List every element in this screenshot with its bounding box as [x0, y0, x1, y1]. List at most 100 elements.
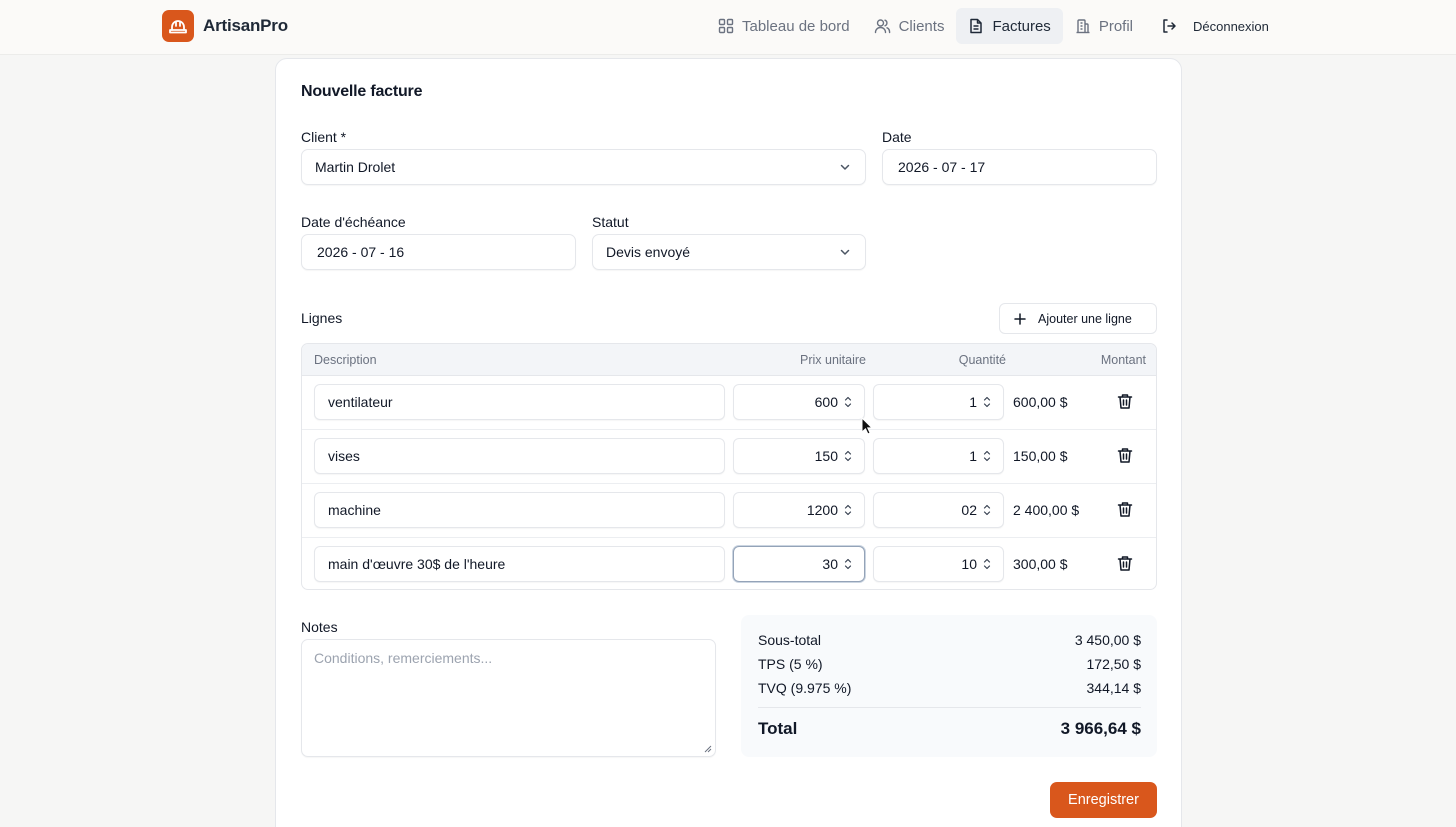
description-input[interactable]: vises: [314, 438, 725, 474]
client-value: Martin Drolet: [315, 159, 396, 175]
file-icon: [970, 18, 983, 34]
save-button[interactable]: Enregistrer: [1050, 782, 1157, 818]
logout-button[interactable]: Déconnexion: [1149, 8, 1281, 44]
logout-label: Déconnexion: [1193, 18, 1269, 34]
trash-icon[interactable]: [1117, 447, 1133, 464]
chevron-down-icon: [840, 164, 850, 170]
spinner-icon[interactable]: [983, 557, 991, 571]
nav-clients[interactable]: Clients: [862, 8, 957, 44]
tps-row: TPS (5 %) 172,50 $: [758, 656, 1141, 672]
description-input[interactable]: ventilateur: [314, 384, 725, 420]
brand[interactable]: ArtisanPro: [162, 10, 288, 42]
building-icon: [1076, 19, 1090, 34]
unit-price-value: 600: [814, 394, 838, 410]
plus-icon: [1014, 312, 1026, 325]
quantity-value: 10: [961, 556, 977, 572]
notes-textarea[interactable]: Conditions, remerciements...: [301, 639, 716, 757]
due-date-input[interactable]: 2026 - 07 - 16: [301, 234, 576, 270]
lines-label: Lignes: [301, 310, 343, 326]
notes-label: Notes: [301, 619, 338, 635]
date-value: 2026 - 07 - 17: [898, 159, 986, 175]
chevron-down-icon: [840, 249, 850, 255]
line-amount: 300,00 $: [1013, 556, 1068, 572]
resize-grip-icon[interactable]: [704, 745, 712, 753]
trash-icon[interactable]: [1117, 501, 1133, 518]
table-header: Description Prix unitaire Quantité Monta…: [302, 344, 1156, 376]
unit-price-input[interactable]: 150: [733, 438, 865, 474]
spinner-icon[interactable]: [844, 557, 852, 571]
totals-divider: [758, 707, 1141, 708]
subtotal-value: 3 450,00 $: [1074, 632, 1141, 648]
top-navbar: ArtisanPro Tableau de bord Clients Factu…: [0, 0, 1456, 55]
mouse-cursor-icon: [861, 417, 873, 435]
nav-dashboard-label: Tableau de bord: [742, 17, 850, 35]
status-value: Devis envoyé: [606, 244, 691, 260]
client-select[interactable]: Martin Drolet: [301, 149, 866, 185]
nav-invoices[interactable]: Factures: [956, 8, 1063, 44]
description-value: machine: [328, 502, 381, 518]
table-row: main d'œuvre 30$ de l'heure 30 10 300,00…: [302, 538, 1156, 589]
date-input[interactable]: 2026 - 07 - 17: [882, 149, 1157, 185]
nav-clients-label: Clients: [898, 17, 945, 35]
quantity-input[interactable]: 02: [873, 492, 1004, 528]
total-value: 3 966,64 $: [1060, 719, 1141, 738]
spinner-icon[interactable]: [983, 449, 991, 463]
spinner-icon[interactable]: [844, 503, 852, 517]
client-label: Client *: [301, 129, 347, 145]
nav-invoices-label: Factures: [992, 17, 1051, 35]
col-description: Description: [314, 353, 377, 367]
spinner-icon[interactable]: [983, 503, 991, 517]
quantity-value: 1: [969, 394, 977, 410]
due-date-value: 2026 - 07 - 16: [317, 244, 405, 260]
description-input[interactable]: main d'œuvre 30$ de l'heure: [314, 546, 725, 582]
unit-price-input[interactable]: 30: [733, 546, 865, 582]
quantity-input[interactable]: 1: [873, 438, 1004, 474]
total-row: Total 3 966,64 $: [758, 719, 1141, 739]
spinner-icon[interactable]: [983, 395, 991, 409]
add-line-button[interactable]: Ajouter une ligne: [999, 303, 1157, 334]
main-nav: Tableau de bord Clients Factures Profil: [706, 8, 1281, 44]
tvq-label: TVQ (9.975 %): [758, 680, 852, 696]
trash-icon[interactable]: [1117, 393, 1133, 410]
notes-placeholder: Conditions, remerciements...: [314, 650, 493, 666]
nav-dashboard[interactable]: Tableau de bord: [706, 8, 862, 44]
line-amount: 150,00 $: [1013, 448, 1068, 464]
tvq-row: TVQ (9.975 %) 344,14 $: [758, 680, 1141, 696]
quantity-input[interactable]: 1: [873, 384, 1004, 420]
spinner-icon[interactable]: [844, 395, 852, 409]
spinner-icon[interactable]: [844, 449, 852, 463]
col-quantity: Quantité: [958, 353, 1006, 367]
description-value: vises: [328, 448, 360, 464]
line-amount: 2 400,00 $: [1013, 502, 1080, 518]
page-title: Nouvelle facture: [301, 83, 423, 100]
status-select[interactable]: Devis envoyé: [592, 234, 866, 270]
subtotal-label: Sous-total: [758, 632, 822, 648]
totals-panel: Sous-total 3 450,00 $ TPS (5 %) 172,50 $…: [741, 615, 1157, 757]
unit-price-value: 1200: [806, 502, 838, 518]
table-row: ventilateur 600 1 600,00 $: [302, 376, 1156, 430]
quantity-value: 02: [961, 502, 977, 518]
unit-price-input[interactable]: 600: [733, 384, 865, 420]
description-input[interactable]: machine: [314, 492, 725, 528]
add-line-label: Ajouter une ligne: [1038, 311, 1132, 326]
quantity-input[interactable]: 10: [873, 546, 1004, 582]
status-label: Statut: [592, 214, 629, 230]
description-value: ventilateur: [328, 394, 393, 410]
logout-icon: [1163, 19, 1176, 33]
tps-label: TPS (5 %): [758, 656, 823, 672]
quantity-value: 1: [969, 448, 977, 464]
unit-price-input[interactable]: 1200: [733, 492, 865, 528]
dashboard-icon: [718, 18, 734, 34]
invoice-form-card: Nouvelle facture Client * Martin Drolet …: [275, 58, 1182, 827]
date-label: Date: [882, 129, 912, 145]
trash-icon[interactable]: [1117, 555, 1133, 572]
nav-profile[interactable]: Profil: [1063, 8, 1145, 44]
users-icon: [874, 19, 890, 34]
unit-price-value: 30: [822, 556, 838, 572]
nav-profile-label: Profil: [1098, 17, 1133, 35]
table-row: vises 150 1 150,00 $: [302, 430, 1156, 484]
tvq-value: 344,14 $: [1086, 680, 1142, 696]
description-value: main d'œuvre 30$ de l'heure: [328, 556, 506, 572]
brand-name: ArtisanPro: [203, 16, 288, 35]
line-amount: 600,00 $: [1013, 394, 1068, 410]
